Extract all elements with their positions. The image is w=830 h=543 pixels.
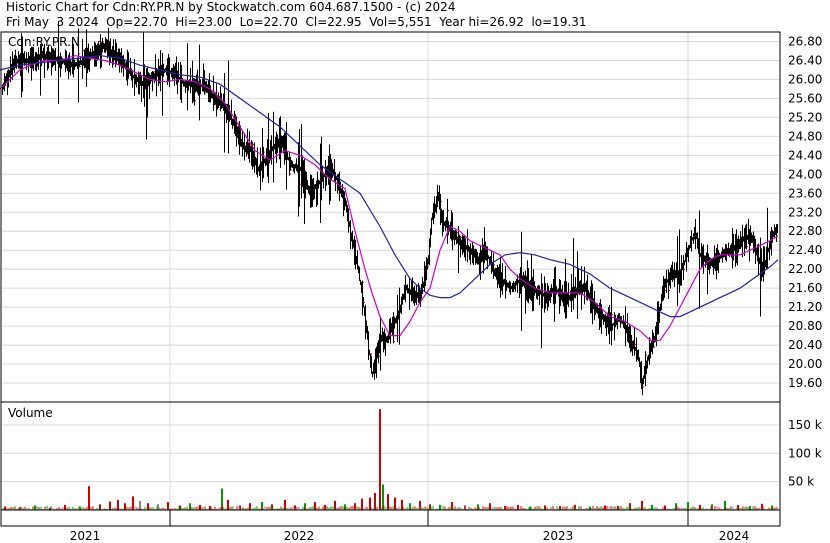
price-panel-frame bbox=[0, 31, 781, 403]
price-tick-label: 20.00 bbox=[788, 357, 822, 371]
price-tick-label: 26.80 bbox=[788, 34, 822, 48]
price-panel-title: Cdn:RY.PR.N bbox=[8, 35, 80, 49]
price-grid bbox=[1, 32, 780, 510]
price-tick-label: 25.60 bbox=[788, 91, 822, 105]
price-tick-label: 20.80 bbox=[788, 319, 822, 333]
price-tick-label: 23.20 bbox=[788, 205, 822, 219]
price-tick-label: 24.40 bbox=[788, 148, 822, 162]
year-label: 2023 bbox=[543, 529, 574, 543]
volume-bars bbox=[2, 409, 778, 510]
stock-chart: 26.80 26.40 26.00 25.60 25.20 24.80 24.40 24.00… bbox=[0, 20, 822, 543]
volume-panel-title: Volume bbox=[8, 406, 53, 420]
price-tick-label: 26.40 bbox=[788, 53, 822, 67]
year-label: 2024 bbox=[719, 529, 750, 543]
long-moving-average-line bbox=[0, 55, 779, 318]
volume-grid bbox=[1, 424, 780, 483]
price-tick-label: 20.40 bbox=[788, 338, 822, 352]
price-tick-label: 22.80 bbox=[788, 224, 822, 238]
price-tick-label: 23.60 bbox=[788, 186, 822, 200]
price-tick-label: 21.20 bbox=[788, 300, 822, 314]
year-axis-frame bbox=[0, 509, 781, 527]
volume-panel-frame bbox=[0, 401, 781, 511]
volume-tick-label: 50 k bbox=[788, 475, 814, 489]
volume-tick-label: 100 k bbox=[788, 446, 822, 460]
price-tick-label: 26.00 bbox=[788, 72, 822, 86]
volume-tick-label: 150 k bbox=[788, 418, 822, 432]
price-tick-label: 25.20 bbox=[788, 110, 822, 124]
price-tick-label: 19.60 bbox=[788, 376, 822, 390]
year-label: 2022 bbox=[284, 529, 315, 543]
axis-labels: 26.80 26.40 26.00 25.60 25.20 24.80 24.40 24.00… bbox=[8, 34, 822, 543]
price-tick-label: 24.00 bbox=[788, 167, 822, 181]
price-tick-label: 22.40 bbox=[788, 243, 822, 257]
year-label: 2021 bbox=[70, 529, 101, 543]
price-tick-label: 24.80 bbox=[788, 129, 822, 143]
price-tick-label: 21.60 bbox=[788, 281, 822, 295]
price-tick-label: 22.00 bbox=[788, 262, 822, 276]
